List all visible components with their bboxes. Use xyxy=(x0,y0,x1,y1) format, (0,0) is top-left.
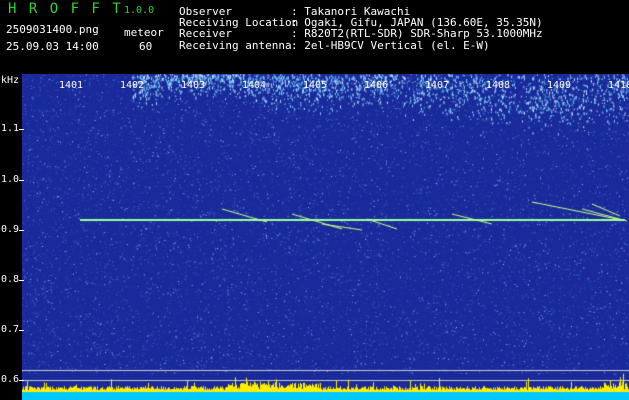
x-tick-label: 1408 xyxy=(486,80,511,91)
spectrogram xyxy=(22,74,629,400)
y-tick-mark xyxy=(19,280,24,281)
meteor-count: 60 xyxy=(139,40,153,53)
x-tick-label: 1404 xyxy=(242,80,267,91)
x-tick-label: 1407 xyxy=(425,80,450,91)
y-tick-mark xyxy=(19,380,24,381)
y-tick-mark xyxy=(19,180,24,181)
app-name: H R O F F T xyxy=(8,1,123,17)
antenna-label: Receiving antenna xyxy=(179,39,292,52)
y-axis-unit: kHz xyxy=(1,75,20,86)
observation-datetime: 25.09.03 14:00 xyxy=(6,40,99,53)
y-tick-label: 0.8 xyxy=(1,274,20,285)
x-tick-label: 1401 xyxy=(59,80,84,91)
y-tick-label: 1.1 xyxy=(1,123,20,134)
image-filename: 2509031400.png xyxy=(6,23,99,36)
y-tick-label: 0.6 xyxy=(1,374,20,385)
meteor-label: meteor xyxy=(124,26,164,39)
y-tick-label: 0.9 xyxy=(1,224,20,235)
x-tick-label: 1405 xyxy=(303,80,328,91)
antenna-value: : 2el-HB9CV Vertical (el. E-W) xyxy=(291,39,490,52)
x-tick-label: 1409 xyxy=(547,80,572,91)
y-tick-mark xyxy=(19,230,24,231)
y-tick-mark xyxy=(19,129,24,130)
y-tick-label: 0.7 xyxy=(1,324,20,335)
app-version: 1.0.0 xyxy=(124,5,155,16)
x-tick-label: 1406 xyxy=(364,80,389,91)
y-tick-mark xyxy=(19,330,24,331)
y-tick-label: 1.0 xyxy=(1,174,20,185)
spectrogram-canvas xyxy=(22,74,629,400)
x-tick-label: 1403 xyxy=(181,80,206,91)
x-tick-label: 1410 xyxy=(608,80,629,91)
header-panel: H R O F F T 1.0.0 2509031400.png 25.09.0… xyxy=(0,0,629,74)
x-tick-label: 1402 xyxy=(120,80,145,91)
